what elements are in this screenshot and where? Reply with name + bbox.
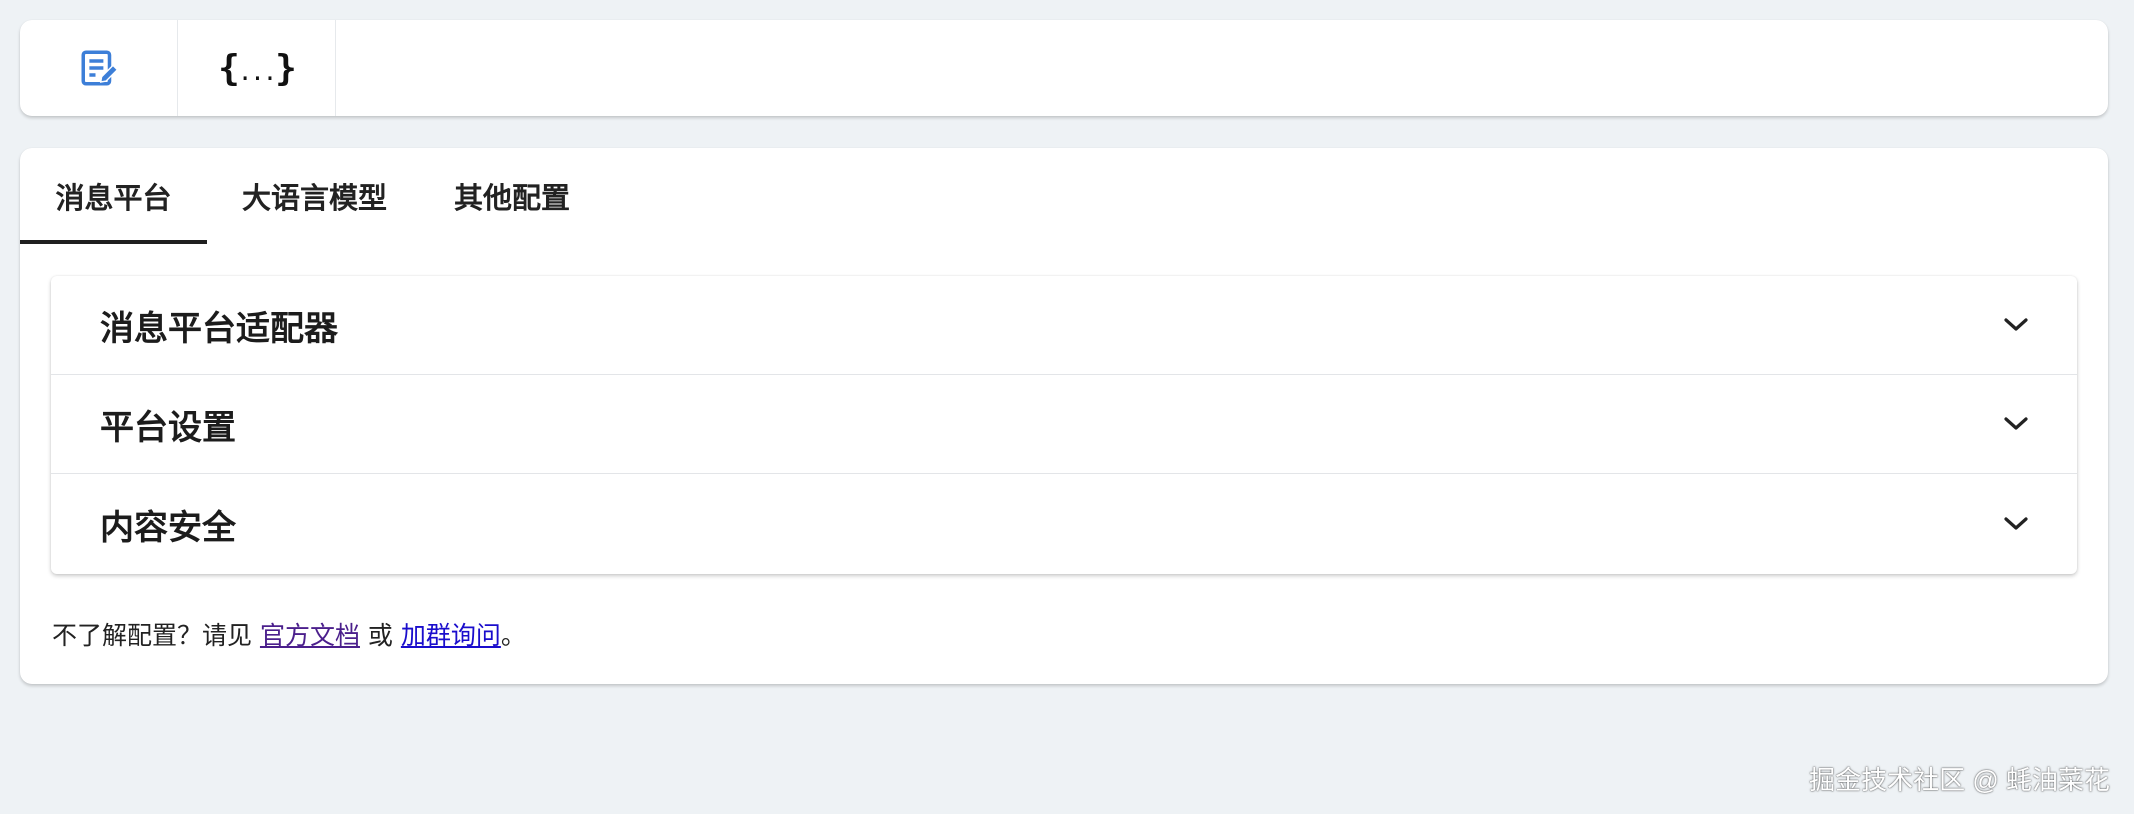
- panel-title: 平台设置: [100, 407, 236, 448]
- help-suffix: 。: [500, 621, 526, 650]
- chevron-down-icon: [2004, 417, 2028, 430]
- help-prefix: 不了解配置？请见: [52, 621, 260, 650]
- watermark: 掘金技术社区 @ 蚝油菜花: [1809, 765, 2110, 795]
- json-braces-icon: {...}: [218, 47, 297, 89]
- edit-note-icon: [81, 50, 118, 86]
- help-middle: 或: [359, 621, 401, 650]
- join-group-link[interactable]: 加群询问: [401, 621, 501, 650]
- config-card: 消息平台 大语言模型 其他配置 消息平台适配器 平台设置 内容安全 不了解配置？…: [20, 148, 2108, 684]
- official-docs-link[interactable]: 官方文档: [260, 621, 360, 650]
- panel-title: 内容安全: [100, 507, 236, 548]
- chevron-down-icon: [2004, 318, 2028, 331]
- help-text: 不了解配置？请见 官方文档 或 加群询问。: [52, 616, 526, 652]
- json-editor-button[interactable]: {...}: [178, 20, 336, 116]
- tab-other-config[interactable]: 其他配置: [422, 148, 602, 244]
- brace-dots: ...: [237, 57, 277, 86]
- brace-close: }: [275, 47, 297, 89]
- config-tabs: 消息平台 大语言模型 其他配置: [20, 148, 2108, 244]
- panel-platform-adapters[interactable]: 消息平台适配器: [51, 276, 2077, 375]
- tab-llm[interactable]: 大语言模型: [207, 148, 422, 244]
- brace-open: {: [218, 47, 240, 89]
- panel-platform-settings[interactable]: 平台设置: [51, 375, 2077, 474]
- panel-content-safety[interactable]: 内容安全: [51, 474, 2077, 574]
- editor-toolbar: {...}: [20, 20, 2108, 116]
- panel-title: 消息平台适配器: [100, 308, 338, 349]
- tab-message-platform[interactable]: 消息平台: [20, 148, 207, 244]
- chevron-down-icon: [2004, 517, 2028, 530]
- expansion-panels: 消息平台适配器 平台设置 内容安全: [51, 276, 2077, 574]
- visual-editor-button[interactable]: [20, 20, 178, 116]
